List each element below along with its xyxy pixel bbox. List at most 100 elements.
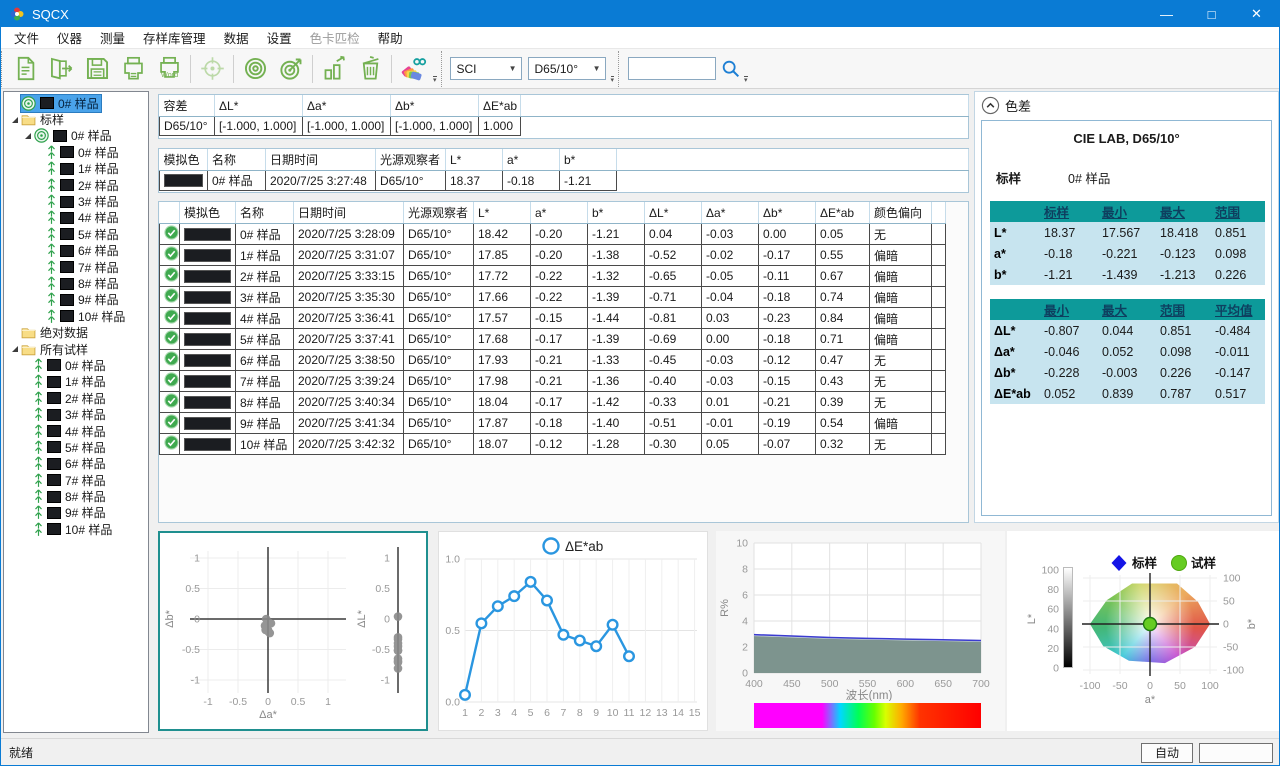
tree-item[interactable]: 7# 样品 <box>4 472 148 488</box>
standard-name[interactable]: 0# 样品 <box>208 171 266 191</box>
table-row[interactable]: 7# 样品2020/7/25 3:39:24D65/10°17.98-0.21-… <box>160 371 946 392</box>
col-header[interactable] <box>160 202 180 224</box>
sample-da[interactable]: -0.04 <box>702 287 759 308</box>
sample-illuminant[interactable]: D65/10° <box>404 308 474 329</box>
tree-item[interactable]: 2# 样品 <box>4 390 148 406</box>
sample-illuminant[interactable]: D65/10° <box>404 245 474 266</box>
menu-item-3[interactable]: 存样库管理 <box>134 25 215 50</box>
tree-item[interactable]: 标样 <box>4 111 148 127</box>
table-row[interactable]: 4# 样品2020/7/25 3:36:41D65/10°17.57-0.15-… <box>160 308 946 329</box>
sample-dL[interactable]: -0.71 <box>645 287 702 308</box>
sample-datetime[interactable]: 2020/7/25 3:37:41 <box>294 329 404 350</box>
sample-b[interactable]: -1.38 <box>588 245 645 266</box>
search-input[interactable] <box>628 57 716 80</box>
sample-db[interactable]: 0.00 <box>759 224 816 245</box>
tree-item[interactable]: 绝对数据 <box>4 324 148 340</box>
sample-dE[interactable]: 0.39 <box>816 392 870 413</box>
sample-color-bias[interactable]: 无 <box>870 371 932 392</box>
sample-dL[interactable]: -0.45 <box>645 350 702 371</box>
sample-datetime[interactable]: 2020/7/25 3:28:09 <box>294 224 404 245</box>
sample-dE[interactable]: 0.84 <box>816 308 870 329</box>
sample-b[interactable]: -1.28 <box>588 434 645 455</box>
sample-illuminant[interactable]: D65/10° <box>404 392 474 413</box>
sample-db[interactable]: -0.18 <box>759 287 816 308</box>
sample-b[interactable]: -1.42 <box>588 392 645 413</box>
tolerance-dE[interactable]: 1.000 <box>479 117 521 136</box>
expand-arrow-icon[interactable] <box>11 345 19 353</box>
sample-name[interactable]: 0# 样品 <box>236 224 294 245</box>
sample-da[interactable]: -0.05 <box>702 266 759 287</box>
tree-item[interactable]: 10# 样品 <box>4 521 148 537</box>
col-header[interactable]: 光源观察者 <box>376 149 446 171</box>
table-row[interactable]: 1# 样品2020/7/25 3:31:07D65/10°17.85-0.20-… <box>160 245 946 266</box>
calibration-button[interactable] <box>237 52 273 86</box>
col-header[interactable]: Δb* <box>391 95 479 117</box>
col-header[interactable]: Δa* <box>702 202 759 224</box>
sample-da[interactable]: -0.01 <box>702 413 759 434</box>
sample-dE[interactable]: 0.54 <box>816 413 870 434</box>
tree-item[interactable]: 0# 样品 <box>4 95 148 111</box>
sample-db[interactable]: -0.18 <box>759 329 816 350</box>
tree-item[interactable]: 5# 样品 <box>4 226 148 242</box>
sample-name[interactable]: 7# 样品 <box>236 371 294 392</box>
sample-b[interactable]: -1.40 <box>588 413 645 434</box>
sample-dL[interactable]: -0.81 <box>645 308 702 329</box>
table-row[interactable]: 5# 样品2020/7/25 3:37:41D65/10°17.68-0.17-… <box>160 329 946 350</box>
sample-b[interactable]: -1.32 <box>588 266 645 287</box>
sample-illuminant[interactable]: D65/10° <box>404 329 474 350</box>
sample-db[interactable]: -0.11 <box>759 266 816 287</box>
menu-item-7[interactable]: 帮助 <box>369 25 412 50</box>
sample-datetime[interactable]: 2020/7/25 3:42:32 <box>294 434 404 455</box>
col-header[interactable]: L* <box>446 149 503 171</box>
sample-name[interactable]: 1# 样品 <box>236 245 294 266</box>
close-button[interactable]: ✕ <box>1234 1 1279 27</box>
table-row[interactable]: 8# 样品2020/7/25 3:40:34D65/10°18.04-0.17-… <box>160 392 946 413</box>
tree-item[interactable]: 1# 样品 <box>4 161 148 177</box>
sample-a[interactable]: -0.20 <box>531 224 588 245</box>
sample-datetime[interactable]: 2020/7/25 3:40:34 <box>294 392 404 413</box>
col-header[interactable]: L* <box>474 202 531 224</box>
sample-color-bias[interactable]: 偏暗 <box>870 329 932 350</box>
color-search-button[interactable] <box>395 52 431 86</box>
sample-dE[interactable]: 0.67 <box>816 266 870 287</box>
tree-item[interactable]: 10# 样品 <box>4 308 148 324</box>
col-header[interactable]: Δb* <box>759 202 816 224</box>
tolerance-da[interactable]: [-1.000, 1.000] <box>303 117 391 136</box>
export-word-button[interactable]: Word <box>151 52 187 86</box>
sample-datetime[interactable]: 2020/7/25 3:35:30 <box>294 287 404 308</box>
sample-illuminant[interactable]: D65/10° <box>404 371 474 392</box>
sample-name[interactable]: 10# 样品 <box>236 434 294 455</box>
sample-dE[interactable]: 0.47 <box>816 350 870 371</box>
col-header[interactable]: 日期时间 <box>266 149 376 171</box>
tolerance-db[interactable]: [-1.000, 1.000] <box>391 117 479 136</box>
sample-da[interactable]: 0.01 <box>702 392 759 413</box>
col-header[interactable]: ΔL* <box>215 95 303 117</box>
sample-dE[interactable]: 0.05 <box>816 224 870 245</box>
sample-illuminant[interactable]: D65/10° <box>404 413 474 434</box>
sample-a[interactable]: -0.22 <box>531 287 588 308</box>
save-button[interactable] <box>79 52 115 86</box>
sample-db[interactable]: -0.23 <box>759 308 816 329</box>
sample-da[interactable]: 0.00 <box>702 329 759 350</box>
sample-b[interactable]: -1.44 <box>588 308 645 329</box>
sample-dE[interactable]: 0.43 <box>816 371 870 392</box>
menu-item-4[interactable]: 数据 <box>215 25 258 50</box>
col-header[interactable]: 光源观察者 <box>404 202 474 224</box>
sample-dL[interactable]: -0.30 <box>645 434 702 455</box>
sample-a[interactable]: -0.17 <box>531 392 588 413</box>
col-header[interactable]: ΔE*ab <box>479 95 521 117</box>
tolerance-illuminant[interactable]: D65/10° <box>160 117 215 136</box>
sample-L[interactable]: 17.85 <box>474 245 531 266</box>
sample-a[interactable]: -0.18 <box>531 413 588 434</box>
sample-da[interactable]: -0.02 <box>702 245 759 266</box>
sample-da[interactable]: -0.03 <box>702 371 759 392</box>
measurement-mode-select[interactable]: SCI▼ <box>450 57 522 80</box>
sample-db[interactable]: -0.15 <box>759 371 816 392</box>
sample-a[interactable]: -0.21 <box>531 371 588 392</box>
sample-color-bias[interactable]: 无 <box>870 392 932 413</box>
tree-item[interactable]: 0# 样品 <box>4 128 148 144</box>
expand-arrow-icon[interactable] <box>11 116 19 124</box>
tree-item[interactable]: 9# 样品 <box>4 505 148 521</box>
auto-button[interactable]: 自动 <box>1141 743 1193 763</box>
tree-item[interactable]: 9# 样品 <box>4 292 148 308</box>
